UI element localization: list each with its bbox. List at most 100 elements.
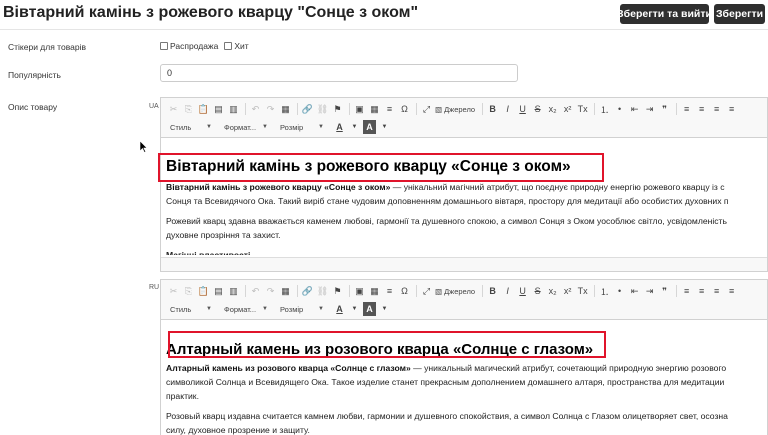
save-and-exit-button[interactable]: Зберегти та вийти: [617, 4, 712, 24]
italic-icon[interactable]: I: [501, 284, 514, 298]
size-dropdown-label: Розмір: [280, 122, 304, 132]
special-char-icon[interactable]: Ω: [398, 102, 411, 116]
unlink-icon[interactable]: ⛓: [316, 102, 329, 116]
remove-format-icon[interactable]: Tx: [576, 284, 589, 298]
paste-icon[interactable]: 📋: [197, 284, 210, 298]
sale-checkbox-label[interactable]: Распродажа: [170, 41, 218, 51]
remove-format-icon[interactable]: Tx: [576, 102, 589, 116]
format-painter-icon[interactable]: ▦: [279, 102, 292, 116]
blockquote-icon[interactable]: ❞: [658, 284, 671, 298]
underline-icon[interactable]: U: [516, 102, 529, 116]
background-color-icon[interactable]: A: [363, 302, 376, 316]
toolbar-separator: [245, 285, 246, 297]
unlink-icon[interactable]: ⛓: [316, 284, 329, 298]
image-icon[interactable]: ▣: [353, 284, 366, 298]
horizontal-line-icon[interactable]: ≡: [383, 284, 396, 298]
paste-icon[interactable]: 📋: [197, 102, 210, 116]
horizontal-line-icon[interactable]: ≡: [383, 102, 396, 116]
source-button[interactable]: ▧ Джерело: [435, 287, 475, 296]
hit-checkbox-label[interactable]: Хит: [234, 41, 248, 51]
chevron-down-icon[interactable]: ▼: [378, 120, 391, 134]
italic-icon[interactable]: I: [501, 102, 514, 116]
align-justify-icon[interactable]: ≡: [725, 102, 738, 116]
popularity-input[interactable]: 0: [160, 64, 518, 82]
bold-icon[interactable]: B: [486, 284, 499, 298]
paste-word-icon[interactable]: ▥: [227, 102, 240, 116]
cut-icon[interactable]: ✂: [167, 284, 180, 298]
superscript-icon[interactable]: x²: [561, 102, 574, 116]
paste-word-icon[interactable]: ▥: [227, 284, 240, 298]
outdent-icon[interactable]: ⇤: [628, 102, 641, 116]
outdent-icon[interactable]: ⇤: [628, 284, 641, 298]
content-paragraph: Вівтарний камінь з рожевого кварцу «Сонц…: [166, 180, 729, 255]
indent-icon[interactable]: ⇥: [643, 284, 656, 298]
underline-icon[interactable]: U: [516, 284, 529, 298]
toolbar-row-2: Стиль ▼ Формат... ▼ Розмір ▼ A ▼ A ▼: [167, 300, 393, 318]
anchor-icon[interactable]: ⚑: [331, 284, 344, 298]
source-button[interactable]: ▧ Джерело: [435, 105, 475, 114]
align-right-icon[interactable]: ≡: [710, 284, 723, 298]
subscript-icon[interactable]: x₂: [546, 284, 559, 298]
redo-icon[interactable]: ↷: [264, 102, 277, 116]
maximize-icon[interactable]: ⤢: [420, 284, 433, 298]
editor-resize-bar[interactable]: [161, 257, 767, 271]
format-dropdown[interactable]: Формат... ▼: [221, 302, 271, 316]
image-icon[interactable]: ▣: [353, 102, 366, 116]
subscript-icon[interactable]: x₂: [546, 102, 559, 116]
hit-checkbox[interactable]: [224, 42, 233, 50]
content-paragraph: Алтарный камень из розового кварца «Солн…: [166, 361, 728, 435]
chevron-down-icon[interactable]: ▼: [348, 302, 361, 316]
numbered-list-icon[interactable]: ⒈: [598, 102, 611, 116]
align-center-icon[interactable]: ≡: [695, 284, 708, 298]
strikethrough-icon[interactable]: S: [531, 284, 544, 298]
superscript-icon[interactable]: x²: [561, 284, 574, 298]
chevron-down-icon[interactable]: ▼: [378, 302, 391, 316]
popularity-label: Популярність: [8, 70, 61, 80]
strikethrough-icon[interactable]: S: [531, 102, 544, 116]
paste-text-icon[interactable]: ▤: [212, 284, 225, 298]
style-dropdown[interactable]: Стиль ▼: [167, 120, 215, 134]
blockquote-icon[interactable]: ❞: [658, 102, 671, 116]
maximize-icon[interactable]: ⤢: [420, 102, 433, 116]
toolbar-separator: [245, 103, 246, 115]
table-icon[interactable]: ▦: [368, 284, 381, 298]
link-icon[interactable]: 🔗: [301, 102, 314, 116]
style-dropdown[interactable]: Стиль ▼: [167, 302, 215, 316]
background-color-icon[interactable]: A: [363, 120, 376, 134]
align-left-icon[interactable]: ≡: [680, 102, 693, 116]
sale-checkbox[interactable]: [160, 42, 168, 50]
size-dropdown[interactable]: Розмір ▼: [277, 120, 327, 134]
chevron-down-icon[interactable]: ▼: [348, 120, 361, 134]
format-painter-icon[interactable]: ▦: [279, 284, 292, 298]
redo-icon[interactable]: ↷: [264, 284, 277, 298]
toolbar-separator: [676, 103, 678, 115]
lang-tag-ru: RU: [149, 284, 160, 291]
align-left-icon[interactable]: ≡: [680, 284, 693, 298]
save-button[interactable]: Зберегти: [714, 4, 765, 24]
numbered-list-icon[interactable]: ⒈: [598, 284, 611, 298]
copy-icon[interactable]: ⎘: [182, 284, 195, 298]
undo-icon[interactable]: ↶: [249, 284, 262, 298]
link-icon[interactable]: 🔗: [301, 284, 314, 298]
table-icon[interactable]: ▦: [368, 102, 381, 116]
text-color-icon[interactable]: A: [333, 120, 346, 134]
cut-icon[interactable]: ✂: [167, 102, 180, 116]
align-justify-icon[interactable]: ≡: [725, 284, 738, 298]
indent-icon[interactable]: ⇥: [643, 102, 656, 116]
undo-icon[interactable]: ↶: [249, 102, 262, 116]
toolbar-separator: [594, 103, 596, 115]
bulleted-list-icon[interactable]: •: [613, 284, 626, 298]
text-color-icon[interactable]: A: [333, 302, 346, 316]
paragraph-line: Розовый кварц издавна считается камнем л…: [166, 411, 728, 421]
paste-text-icon[interactable]: ▤: [212, 102, 225, 116]
bulleted-list-icon[interactable]: •: [613, 102, 626, 116]
special-char-icon[interactable]: Ω: [398, 284, 411, 298]
size-dropdown[interactable]: Розмір ▼: [277, 302, 327, 316]
bold-icon[interactable]: B: [486, 102, 499, 116]
source-label: Джерело: [444, 104, 476, 114]
align-right-icon[interactable]: ≡: [710, 102, 723, 116]
format-dropdown[interactable]: Формат... ▼: [221, 120, 271, 134]
copy-icon[interactable]: ⎘: [182, 102, 195, 116]
anchor-icon[interactable]: ⚑: [331, 102, 344, 116]
align-center-icon[interactable]: ≡: [695, 102, 708, 116]
